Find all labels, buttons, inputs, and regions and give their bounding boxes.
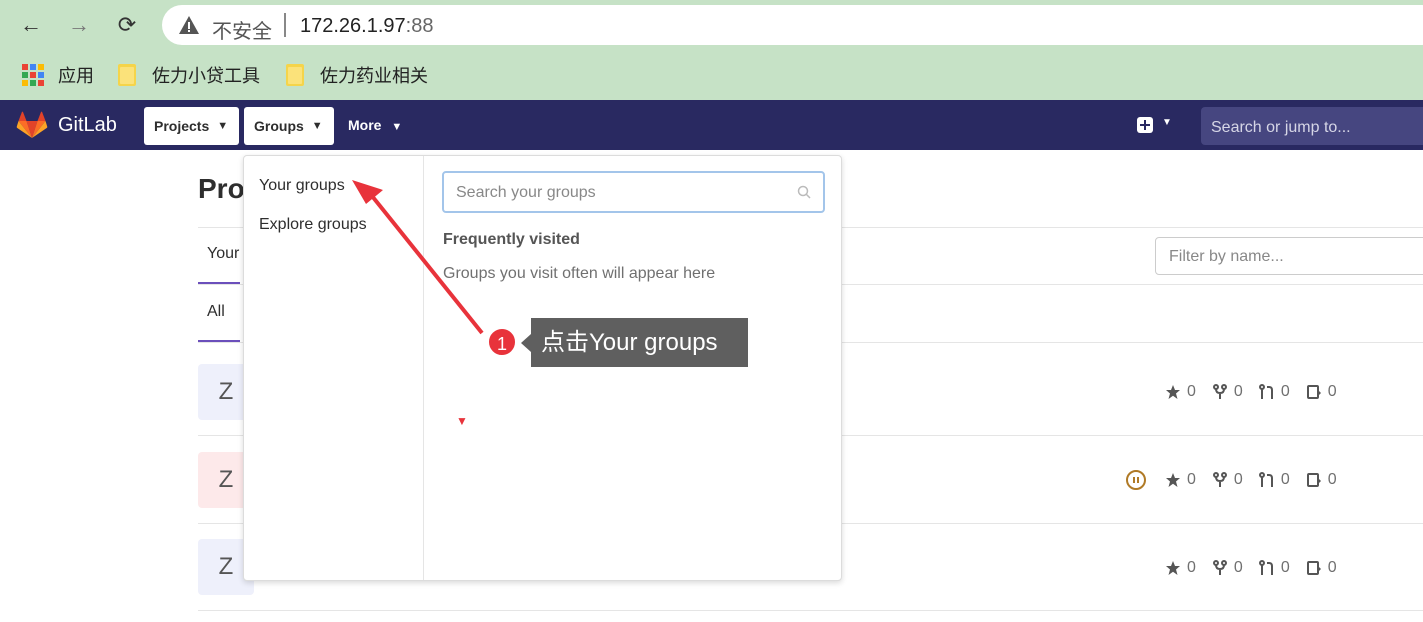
filter-by-name-input[interactable]: Filter by name... (1155, 237, 1423, 275)
groups-dropdown-menu: Your groups Explore groups Search your g… (243, 155, 842, 581)
bookmark-label: 佐力小贷工具 (152, 66, 260, 86)
issue-count[interactable]: 0 (1306, 471, 1337, 489)
back-button[interactable]: ← (16, 10, 46, 40)
tab-all[interactable]: All (207, 303, 225, 321)
divider (198, 610, 1423, 611)
merge-request-count-value: 0 (1280, 383, 1290, 400)
search-icon (797, 185, 811, 199)
address-separator (284, 13, 286, 37)
browser-toolbar: ← → ⟳ 不安全 172.26.1.97:88 应用 佐力小贷工具 佐力药业相… (0, 0, 1423, 100)
frequently-visited-title: Frequently visited (443, 231, 580, 248)
search-placeholder: Search or jump to... (1211, 119, 1351, 136)
filter-placeholder: Filter by name... (1169, 248, 1284, 265)
reload-button[interactable]: ⟳ (112, 10, 142, 40)
bookmark-label: 佐力药业相关 (320, 66, 428, 86)
star-icon (1166, 561, 1180, 575)
forward-button[interactable]: → (64, 10, 94, 40)
merge-request-count[interactable]: 0 (1258, 559, 1290, 577)
issue-count-value: 0 (1327, 559, 1337, 576)
star-icon (1166, 385, 1180, 399)
projects-dropdown-button[interactable]: Projects ▼ (144, 107, 239, 145)
merge-request-icon (1258, 384, 1273, 399)
merge-request-count-value: 0 (1280, 471, 1290, 488)
merge-request-icon (1258, 560, 1273, 575)
issue-count[interactable]: 0 (1306, 383, 1337, 401)
issues-icon (1306, 385, 1321, 399)
tab-your-projects[interactable]: Your (207, 245, 239, 263)
global-search-input[interactable]: Search or jump to... (1201, 107, 1423, 145)
more-label: More (348, 117, 382, 133)
issue-count-value: 0 (1327, 383, 1337, 400)
issue-count-value: 0 (1327, 471, 1337, 488)
annotation-callout: 点击Your groups (521, 318, 748, 367)
folder-icon (286, 64, 304, 86)
fork-count-value: 0 (1233, 471, 1243, 488)
groups-label: Groups (254, 118, 304, 134)
pipeline-paused-icon[interactable] (1126, 470, 1146, 490)
bookmark-label: 应用 (58, 66, 94, 86)
address-url: 172.26.1.97:88 (300, 15, 433, 38)
fork-count-value: 0 (1233, 559, 1243, 576)
merge-request-icon (1258, 472, 1273, 487)
star-icon (1166, 473, 1180, 487)
project-stats: 0 0 0 0 (1165, 471, 1353, 489)
issues-icon (1306, 473, 1321, 487)
chevron-down-icon: ▼ (391, 121, 403, 133)
bookmark-folder-2[interactable]: 佐力药业相关 (286, 62, 428, 88)
chevron-down-icon: ▼ (1162, 117, 1172, 128)
annotation-marker-icon: ▼ (456, 414, 468, 428)
merge-request-count[interactable]: 0 (1258, 383, 1290, 401)
search-groups-placeholder: Search your groups (456, 184, 596, 201)
address-bar[interactable]: 不安全 172.26.1.97:88 (162, 5, 1423, 45)
fork-count[interactable]: 0 (1212, 471, 1243, 489)
star-count-value: 0 (1187, 471, 1196, 488)
fork-icon (1212, 384, 1227, 399)
star-count-value: 0 (1187, 559, 1196, 576)
warning-icon (179, 16, 199, 34)
your-groups-link[interactable]: Your groups (259, 177, 345, 195)
issue-count[interactable]: 0 (1306, 559, 1337, 577)
fork-count[interactable]: 0 (1212, 383, 1243, 401)
fork-icon (1212, 472, 1227, 487)
fork-count-value: 0 (1233, 383, 1243, 400)
projects-label: Projects (154, 118, 210, 134)
merge-request-count-value: 0 (1280, 559, 1290, 576)
more-dropdown-button[interactable]: More ▼ (348, 117, 402, 133)
star-count[interactable]: 0 (1165, 559, 1196, 577)
address-host: 172.26.1.97 (300, 15, 406, 37)
fork-count[interactable]: 0 (1212, 559, 1243, 577)
bookmark-folder-1[interactable]: 佐力小贷工具 (118, 62, 260, 88)
search-groups-input[interactable]: Search your groups (442, 171, 825, 213)
fork-icon (1212, 560, 1227, 575)
project-stats: 0 0 0 0 (1165, 559, 1353, 577)
address-port: :88 (405, 15, 434, 37)
star-count[interactable]: 0 (1165, 383, 1196, 401)
groups-dropdown-sidebar: Your groups Explore groups (244, 156, 424, 580)
gitlab-header: GitLab Projects ▼ Groups ▼ More ▼ ▼ Sear… (0, 100, 1423, 150)
folder-icon (118, 64, 136, 86)
chevron-down-icon: ▼ (311, 120, 323, 132)
project-stats: 0 0 0 0 (1165, 383, 1353, 401)
merge-request-count[interactable]: 0 (1258, 471, 1290, 489)
frequently-visited-empty-text: Groups you visit often will appear here (443, 265, 716, 282)
apps-grid-icon (22, 64, 44, 86)
annotation-step-badge: 1 (487, 327, 517, 357)
explore-groups-link[interactable]: Explore groups (259, 216, 367, 234)
bookmark-apps[interactable]: 应用 (22, 62, 94, 88)
gitlab-logo-icon[interactable] (16, 111, 48, 139)
gitlab-brand[interactable]: GitLab (58, 114, 117, 137)
star-count-value: 0 (1187, 383, 1196, 400)
insecure-label: 不安全 (212, 21, 272, 43)
plus-square-icon (1137, 117, 1153, 133)
star-count[interactable]: 0 (1165, 471, 1196, 489)
groups-dropdown-button[interactable]: Groups ▼ (244, 107, 334, 145)
chevron-down-icon: ▼ (217, 120, 229, 132)
issues-icon (1306, 561, 1321, 575)
new-item-dropdown-button[interactable]: ▼ (1136, 116, 1176, 136)
